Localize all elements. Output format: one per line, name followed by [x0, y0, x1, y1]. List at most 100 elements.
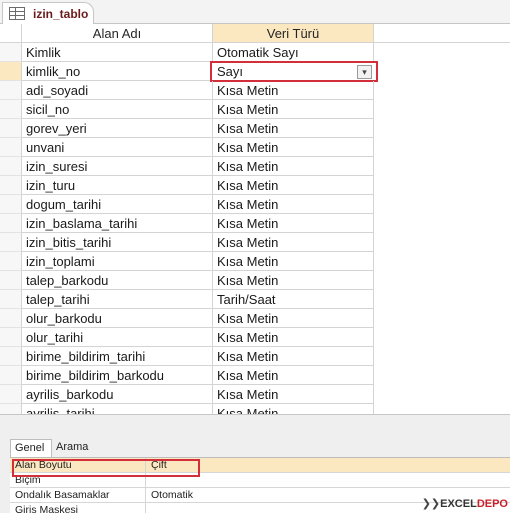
- header-field-name[interactable]: Alan Adı: [22, 24, 213, 43]
- data-type-cell[interactable]: Kısa Metin: [213, 195, 374, 214]
- table-object-tab[interactable]: izin_tablo: [2, 2, 94, 24]
- data-type-cell[interactable]: Kısa Metin: [213, 157, 374, 176]
- table-object-tab-label: izin_tablo: [33, 7, 89, 21]
- field-name-cell[interactable]: talep_tarihi: [22, 290, 213, 309]
- field-name-cell[interactable]: adi_soyadi: [22, 81, 213, 100]
- field-name-cell[interactable]: olur_barkodu: [22, 309, 213, 328]
- table-row[interactable]: ayrilis_barkodu Kısa Metin: [0, 385, 374, 404]
- property-label: Ondalık Basamaklar: [10, 488, 146, 502]
- field-name-cell[interactable]: gorev_yeri: [22, 119, 213, 138]
- table-row[interactable]: izin_baslama_tarihi Kısa Metin: [0, 214, 374, 233]
- row-selector[interactable]: [0, 157, 22, 176]
- object-tab-strip: izin_tablo: [0, 0, 510, 24]
- data-type-cell[interactable]: Kısa Metin: [213, 404, 374, 414]
- field-name-cell[interactable]: kimlik_no: [22, 62, 213, 81]
- tab-genel[interactable]: Genel: [10, 439, 52, 457]
- field-name-cell[interactable]: izin_suresi: [22, 157, 213, 176]
- table-row[interactable]: gorev_yeri Kısa Metin: [0, 119, 374, 138]
- field-name-cell[interactable]: olur_tarihi: [22, 328, 213, 347]
- field-name-cell[interactable]: izin_baslama_tarihi: [22, 214, 213, 233]
- field-name-cell[interactable]: birime_bildirim_barkodu: [22, 366, 213, 385]
- table-design-grid: Alan Adı Veri Türü Kimlik Otomatik Sayı ki…: [0, 24, 510, 414]
- row-selector[interactable]: [0, 138, 22, 157]
- table-row[interactable]: adi_soyadi Kısa Metin: [0, 81, 374, 100]
- row-selector[interactable]: [0, 347, 22, 366]
- row-selector[interactable]: [0, 385, 22, 404]
- table-icon: [9, 7, 25, 20]
- field-name-cell[interactable]: birime_bildirim_tarihi: [22, 347, 213, 366]
- data-type-cell[interactable]: Kısa Metin: [213, 252, 374, 271]
- field-name-cell[interactable]: izin_turu: [22, 176, 213, 195]
- field-name-cell[interactable]: unvani: [22, 138, 213, 157]
- data-type-cell[interactable]: Kısa Metin: [213, 138, 374, 157]
- table-row[interactable]: talep_barkodu Kısa Metin: [0, 271, 374, 290]
- data-type-cell[interactable]: Kısa Metin: [213, 81, 374, 100]
- row-selector[interactable]: [0, 252, 22, 271]
- select-all-corner[interactable]: [0, 24, 22, 43]
- row-selector[interactable]: [0, 366, 22, 385]
- field-name-cell[interactable]: sicil_no: [22, 100, 213, 119]
- row-selector[interactable]: [0, 214, 22, 233]
- data-type-combo[interactable]: Sayı ▾: [210, 61, 378, 82]
- data-type-cell[interactable]: Kısa Metin: [213, 347, 374, 366]
- watermark-brand-accent: DEPO: [476, 498, 508, 510]
- data-type-cell[interactable]: Kısa Metin: [213, 271, 374, 290]
- data-type-cell[interactable]: Kısa Metin: [213, 176, 374, 195]
- data-type-cell[interactable]: Kısa Metin: [213, 328, 374, 347]
- row-selector[interactable]: [0, 176, 22, 195]
- data-type-combo-value: Sayı: [217, 64, 244, 79]
- row-selector[interactable]: [0, 119, 22, 138]
- field-name-cell[interactable]: ayrilis_barkodu: [22, 385, 213, 404]
- row-selector[interactable]: [0, 100, 22, 119]
- field-name-cell[interactable]: talep_barkodu: [22, 271, 213, 290]
- table-row[interactable]: izin_suresi Kısa Metin: [0, 157, 374, 176]
- row-selector[interactable]: [0, 62, 22, 81]
- property-value[interactable]: [146, 473, 510, 487]
- table-row[interactable]: izin_bitis_tarihi Kısa Metin: [0, 233, 374, 252]
- table-row[interactable]: sicil_no Kısa Metin: [0, 100, 374, 119]
- table-row[interactable]: unvani Kısa Metin: [0, 138, 374, 157]
- table-row[interactable]: birime_bildirim_tarihi Kısa Metin: [0, 347, 374, 366]
- table-row[interactable]: izin_toplami Kısa Metin: [0, 252, 374, 271]
- property-value[interactable]: Çift: [146, 458, 510, 472]
- table-row[interactable]: izin_turu Kısa Metin: [0, 176, 374, 195]
- table-row[interactable]: olur_barkodu Kısa Metin: [0, 309, 374, 328]
- row-selector[interactable]: [0, 81, 22, 100]
- field-name-cell[interactable]: dogum_tarihi: [22, 195, 213, 214]
- row-selector[interactable]: [0, 404, 22, 414]
- chevron-down-icon[interactable]: ▾: [357, 65, 372, 79]
- row-selector[interactable]: [0, 290, 22, 309]
- table-row[interactable]: dogum_tarihi Kısa Metin: [0, 195, 374, 214]
- field-size-highlight: [12, 459, 200, 477]
- data-type-cell[interactable]: Kısa Metin: [213, 385, 374, 404]
- table-row[interactable]: olur_tarihi Kısa Metin: [0, 328, 374, 347]
- data-type-cell[interactable]: Kısa Metin: [213, 366, 374, 385]
- data-type-cell[interactable]: Kısa Metin: [213, 233, 374, 252]
- property-label: Giriş Maskesi: [10, 503, 146, 513]
- table-row[interactable]: talep_tarihi Tarih/Saat: [0, 290, 374, 309]
- row-selector[interactable]: [0, 328, 22, 347]
- table-row[interactable]: Kimlik Otomatik Sayı: [0, 43, 374, 62]
- table-row[interactable]: ayrilis_tarihi Kısa Metin: [0, 404, 374, 414]
- table-row[interactable]: birime_bildirim_barkodu Kısa Metin: [0, 366, 374, 385]
- field-name-cell[interactable]: izin_bitis_tarihi: [22, 233, 213, 252]
- field-rows: Kimlik Otomatik Sayı kimlik_no Sayı ▾ adi_soy…: [0, 43, 378, 414]
- field-name-cell[interactable]: Kimlik: [22, 43, 213, 62]
- field-name-cell[interactable]: ayrilis_tarihi: [22, 404, 213, 414]
- header-data-type[interactable]: Veri Türü: [213, 24, 374, 43]
- row-selector[interactable]: [0, 43, 22, 62]
- watermark-brand: EXCEL: [440, 498, 477, 510]
- data-type-cell[interactable]: Kısa Metin: [213, 309, 374, 328]
- table-row[interactable]: kimlik_no Sayı ▾: [0, 61, 378, 82]
- data-type-cell[interactable]: Kısa Metin: [213, 214, 374, 233]
- data-type-cell[interactable]: Otomatik Sayı: [213, 43, 374, 62]
- data-type-cell[interactable]: Kısa Metin: [213, 119, 374, 138]
- row-selector[interactable]: [0, 233, 22, 252]
- tab-arama[interactable]: Arama: [52, 439, 92, 457]
- row-selector[interactable]: [0, 271, 22, 290]
- field-name-cell[interactable]: izin_toplami: [22, 252, 213, 271]
- data-type-cell[interactable]: Tarih/Saat: [213, 290, 374, 309]
- row-selector[interactable]: [0, 309, 22, 328]
- row-selector[interactable]: [0, 195, 22, 214]
- data-type-cell[interactable]: Kısa Metin: [213, 100, 374, 119]
